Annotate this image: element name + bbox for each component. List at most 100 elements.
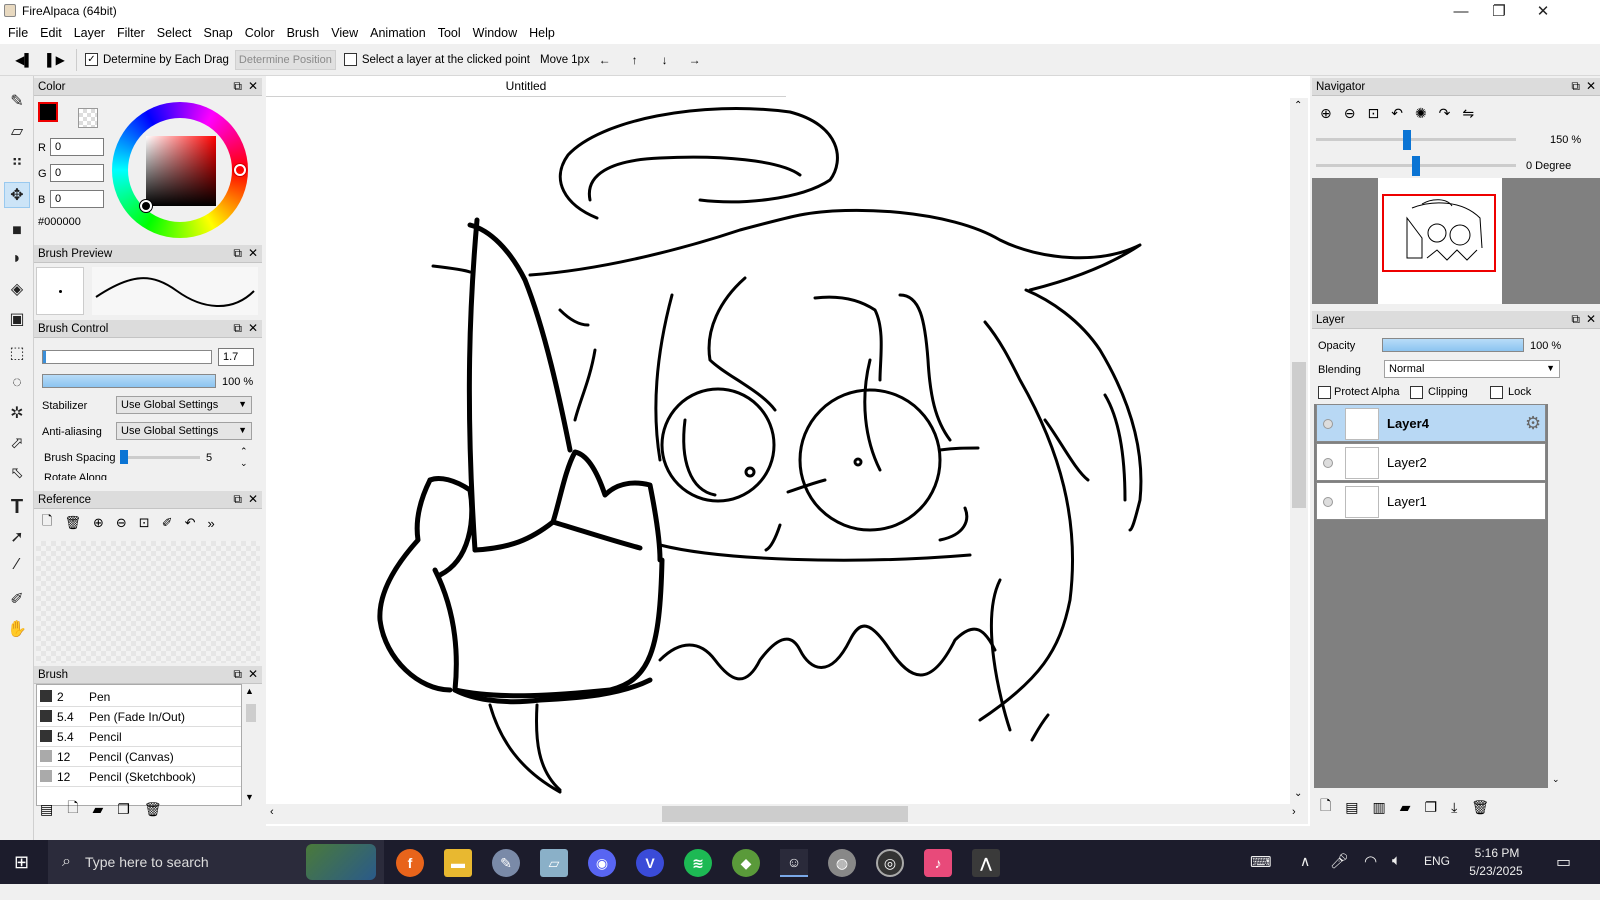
close-panel-icon[interactable]: ✕	[248, 667, 258, 682]
menu-snap[interactable]: Snap	[204, 26, 241, 40]
taskbar-search[interactable]: ⌕ Type here to search	[48, 840, 384, 884]
select-layer-checkbox[interactable]	[343, 53, 357, 66]
determine-each-drag-checkbox[interactable]: ✓	[85, 53, 98, 66]
new-layer-icon[interactable]: 🗋	[1320, 795, 1331, 819]
duplicate-icon[interactable]: ❐	[117, 801, 130, 818]
select-pen-icon[interactable]: ⬀	[4, 430, 30, 456]
fit-icon[interactable]: ⊡	[1367, 105, 1379, 122]
menu-window[interactable]: Window	[473, 26, 525, 40]
menu-filter[interactable]: Filter	[117, 26, 153, 40]
float-icon[interactable]: ⧉	[233, 321, 242, 336]
brush-item[interactable]: 5.4 Pencil	[37, 727, 241, 747]
merge-down-icon[interactable]: ⤓	[1451, 799, 1457, 816]
eraser-tool-icon[interactable]: ▱	[4, 118, 30, 144]
brush-item[interactable]: 2 Pen	[37, 687, 241, 707]
protect-alpha-checkbox[interactable]	[1318, 386, 1331, 399]
spin-down-icon[interactable]: ⌄	[240, 458, 248, 469]
menu-help[interactable]: Help	[529, 26, 563, 40]
delete-brush-icon[interactable]: 🗑	[144, 801, 162, 818]
select-tool-icon[interactable]: ⬚	[4, 340, 30, 366]
navigator-preview[interactable]	[1312, 178, 1600, 304]
move-left-button[interactable]: ←	[590, 53, 620, 67]
reset-rotation-icon[interactable]: ✺	[1415, 105, 1427, 122]
menu-view[interactable]: View	[331, 26, 366, 40]
folder-icon[interactable]: ▰	[93, 801, 104, 818]
keyboard-icon[interactable]: ⌨	[1250, 853, 1272, 871]
layer-item[interactable]: Layer4 ⚙	[1316, 404, 1546, 442]
r-input[interactable]: 0	[50, 138, 104, 156]
magic-wand-icon[interactable]: ✲	[4, 400, 30, 426]
chevron-up-icon[interactable]: ∧	[1300, 853, 1310, 870]
operation-tool-icon[interactable]: ➚	[4, 524, 30, 550]
gear-icon[interactable]: ⚙	[1525, 413, 1541, 434]
obs-icon[interactable]: ◎	[876, 849, 904, 877]
microphone-icon[interactable]: 🎤︎	[1330, 852, 1349, 870]
visibility-icon[interactable]	[1323, 458, 1333, 468]
brush-size-input[interactable]: 1.7	[218, 348, 254, 366]
brush-list-scrollbar[interactable]: ▲ ▼	[244, 684, 258, 806]
foreground-swatch[interactable]	[38, 102, 58, 122]
transparent-swatch[interactable]	[78, 108, 98, 128]
menu-file[interactable]: File	[8, 26, 36, 40]
windows-start-icon[interactable]: ⊞	[14, 852, 29, 873]
determine-position-button[interactable]: Determine Position	[234, 49, 336, 70]
notes-app-icon[interactable]: ▱	[540, 849, 568, 877]
float-icon[interactable]: ⧉	[1571, 312, 1580, 327]
brush-item[interactable]: 5.4 Pen (Fade In/Out)	[37, 707, 241, 727]
menu-edit[interactable]: Edit	[40, 26, 70, 40]
new-brush-icon[interactable]: 🗋	[67, 797, 78, 821]
rotate-right-icon[interactable]: ↷	[1439, 105, 1451, 122]
vertical-scrollbar[interactable]: ⌃ ⌄	[1290, 98, 1308, 804]
float-icon[interactable]: ⧉	[233, 667, 242, 682]
game-app-icon[interactable]: ◆	[732, 849, 760, 877]
float-icon[interactable]: ⧉	[233, 79, 242, 94]
brush-tool-icon[interactable]: ✎	[4, 88, 30, 114]
prev-frame-icon[interactable]: ◀▌	[12, 53, 36, 67]
move-down-button[interactable]: ↓	[650, 53, 680, 67]
blending-select[interactable]: Normal ▼	[1384, 360, 1560, 378]
spacing-value[interactable]: 5	[206, 452, 212, 464]
menu-brush[interactable]: Brush	[287, 26, 328, 40]
menu-layer[interactable]: Layer	[74, 26, 113, 40]
text-tool-icon[interactable]: T	[4, 494, 30, 520]
eyedropper-tool-icon[interactable]: ✐	[4, 586, 30, 612]
eyedropper-icon[interactable]: ✐	[162, 515, 173, 531]
brush-opacity-slider[interactable]	[42, 374, 216, 388]
new-1bit-layer-icon[interactable]: ▥	[1373, 799, 1386, 816]
close-button[interactable]: ✕	[1520, 0, 1566, 22]
zoom-out-icon[interactable]: ⊖	[1344, 105, 1356, 122]
layer-opacity-slider[interactable]	[1382, 338, 1524, 352]
layer-item[interactable]: Layer2	[1316, 443, 1546, 481]
notification-icon[interactable]: ▭	[1556, 852, 1571, 872]
brush-size-slider[interactable]	[42, 350, 212, 364]
file-explorer-icon[interactable]: ▬	[444, 849, 472, 877]
language-indicator[interactable]: ENG	[1424, 854, 1450, 868]
app-icon[interactable]: ◍	[828, 849, 856, 877]
dot-tool-icon[interactable]: ⠶	[4, 148, 30, 174]
delete-layer-icon[interactable]: 🗑	[1471, 799, 1489, 816]
hex-value[interactable]: #000000	[38, 216, 81, 228]
hue-handle[interactable]	[234, 164, 246, 176]
lock-checkbox[interactable]	[1490, 386, 1503, 399]
canvas-area[interactable]: Untitled ⌃ ⌄ ‹ ›	[266, 76, 1310, 826]
close-panel-icon[interactable]: ✕	[248, 321, 258, 336]
stabilizer-select[interactable]: Use Global Settings ▼	[116, 396, 252, 414]
b-input[interactable]: 0	[50, 190, 104, 208]
move-up-button[interactable]: ↑	[620, 53, 650, 67]
new-8bit-layer-icon[interactable]: ▤	[1345, 799, 1358, 816]
visibility-icon[interactable]	[1323, 497, 1333, 507]
move-tool-icon[interactable]: ✥	[4, 182, 30, 208]
horizontal-scrollbar[interactable]: ‹ ›	[266, 804, 1308, 824]
brush-settings-icon[interactable]: ▤	[40, 801, 53, 818]
select-eraser-icon[interactable]: ⬁	[4, 460, 30, 486]
new-folder-icon[interactable]: ▰	[1400, 799, 1411, 816]
new-reference-icon[interactable]: 🗋	[42, 512, 52, 534]
audio-app-icon[interactable]: ⋀	[972, 849, 1000, 877]
spotify-icon[interactable]: ≋	[684, 849, 712, 877]
menu-color[interactable]: Color	[245, 26, 283, 40]
vivaldi-icon[interactable]: V	[636, 849, 664, 877]
rotate-icon[interactable]: ↶	[185, 515, 196, 531]
spacing-slider[interactable]	[120, 450, 200, 464]
brush-item[interactable]: 12 Pencil (Canvas)	[37, 747, 241, 767]
close-panel-icon[interactable]: ✕	[1586, 312, 1596, 327]
